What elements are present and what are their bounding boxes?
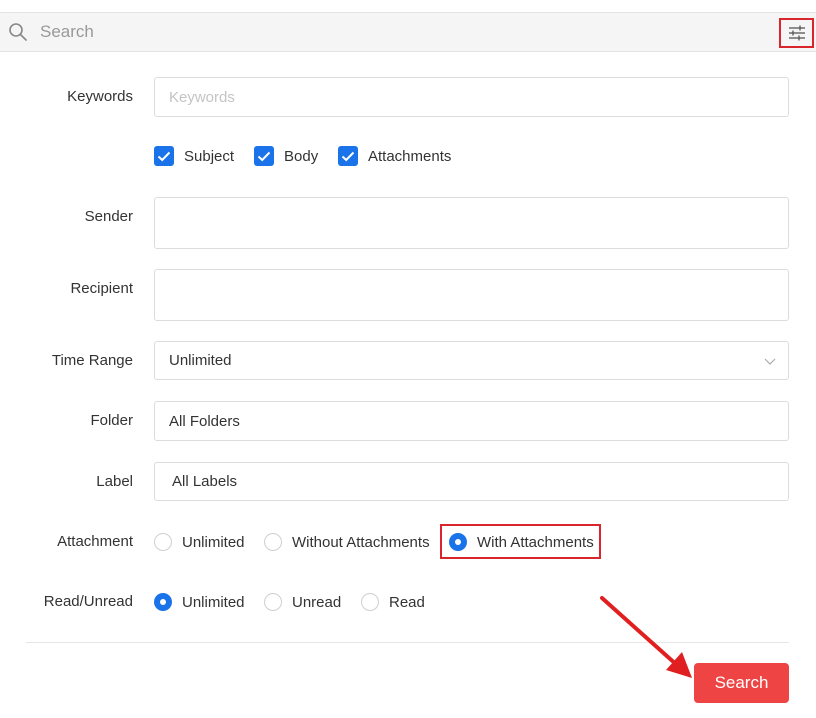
radio-read-unread[interactable]: Unread [264,592,341,612]
folder-value: All Folders [169,412,240,430]
checkbox-label: Subject [184,147,235,165]
search-icon [9,23,27,41]
time-range-value: Unlimited [169,352,232,369]
folder-select[interactable]: All Folders [154,401,789,441]
chevron-down-icon [764,358,776,365]
keywords-label: Keywords [67,88,133,105]
radio-label: Unlimited [182,593,245,611]
checkbox-body[interactable]: Body [254,146,318,166]
recipient-label: Recipient [70,280,133,297]
checkbox-label: Attachments [368,147,452,165]
checkbox-attachments[interactable]: Attachments [338,146,451,166]
radio-unchecked-icon [264,533,282,551]
tag-value: All Labels [172,473,238,490]
radio-label: Without Attachments [292,533,430,551]
search-button[interactable]: Search [694,663,789,703]
annotation-arrow-icon [600,596,692,678]
sliders-icon [788,25,805,41]
radio-attachment-without[interactable]: Without Attachments [264,532,430,552]
checkbox-subject[interactable]: Subject [154,146,234,166]
sender-input[interactable] [154,197,789,249]
search-input[interactable] [40,17,760,47]
time-range-label: Time Range [51,352,133,369]
attachment-label: Attachment [57,533,133,550]
checkbox-checked-icon [154,146,174,166]
radio-read-read[interactable]: Read [361,592,425,612]
radio-unchecked-icon [361,593,379,611]
tag-select[interactable]: All Labels [154,462,789,501]
radio-label: Unlimited [182,533,245,551]
sender-label: Sender [84,208,133,225]
checkbox-checked-icon [254,146,274,166]
checkbox-label: Body [284,147,319,165]
radio-unchecked-icon [154,533,172,551]
tag-label: Label [96,473,133,490]
radio-checked-icon [154,593,172,611]
time-range-select[interactable]: Unlimited [154,341,789,380]
checkbox-checked-icon [338,146,358,166]
read-status-label: Read/Unread [43,593,133,610]
search-bar [0,12,816,52]
radio-read-unlimited[interactable]: Unlimited [154,592,245,612]
radio-label: Unread [292,593,342,611]
filter-settings-button[interactable] [779,18,814,48]
annotation-highlight-box [440,524,601,559]
recipient-input[interactable] [154,269,789,321]
radio-attachment-unlimited[interactable]: Unlimited [154,532,245,552]
radio-label: Read [389,593,425,611]
folder-label: Folder [90,412,133,429]
radio-unchecked-icon [264,593,282,611]
keywords-input[interactable] [154,77,789,117]
